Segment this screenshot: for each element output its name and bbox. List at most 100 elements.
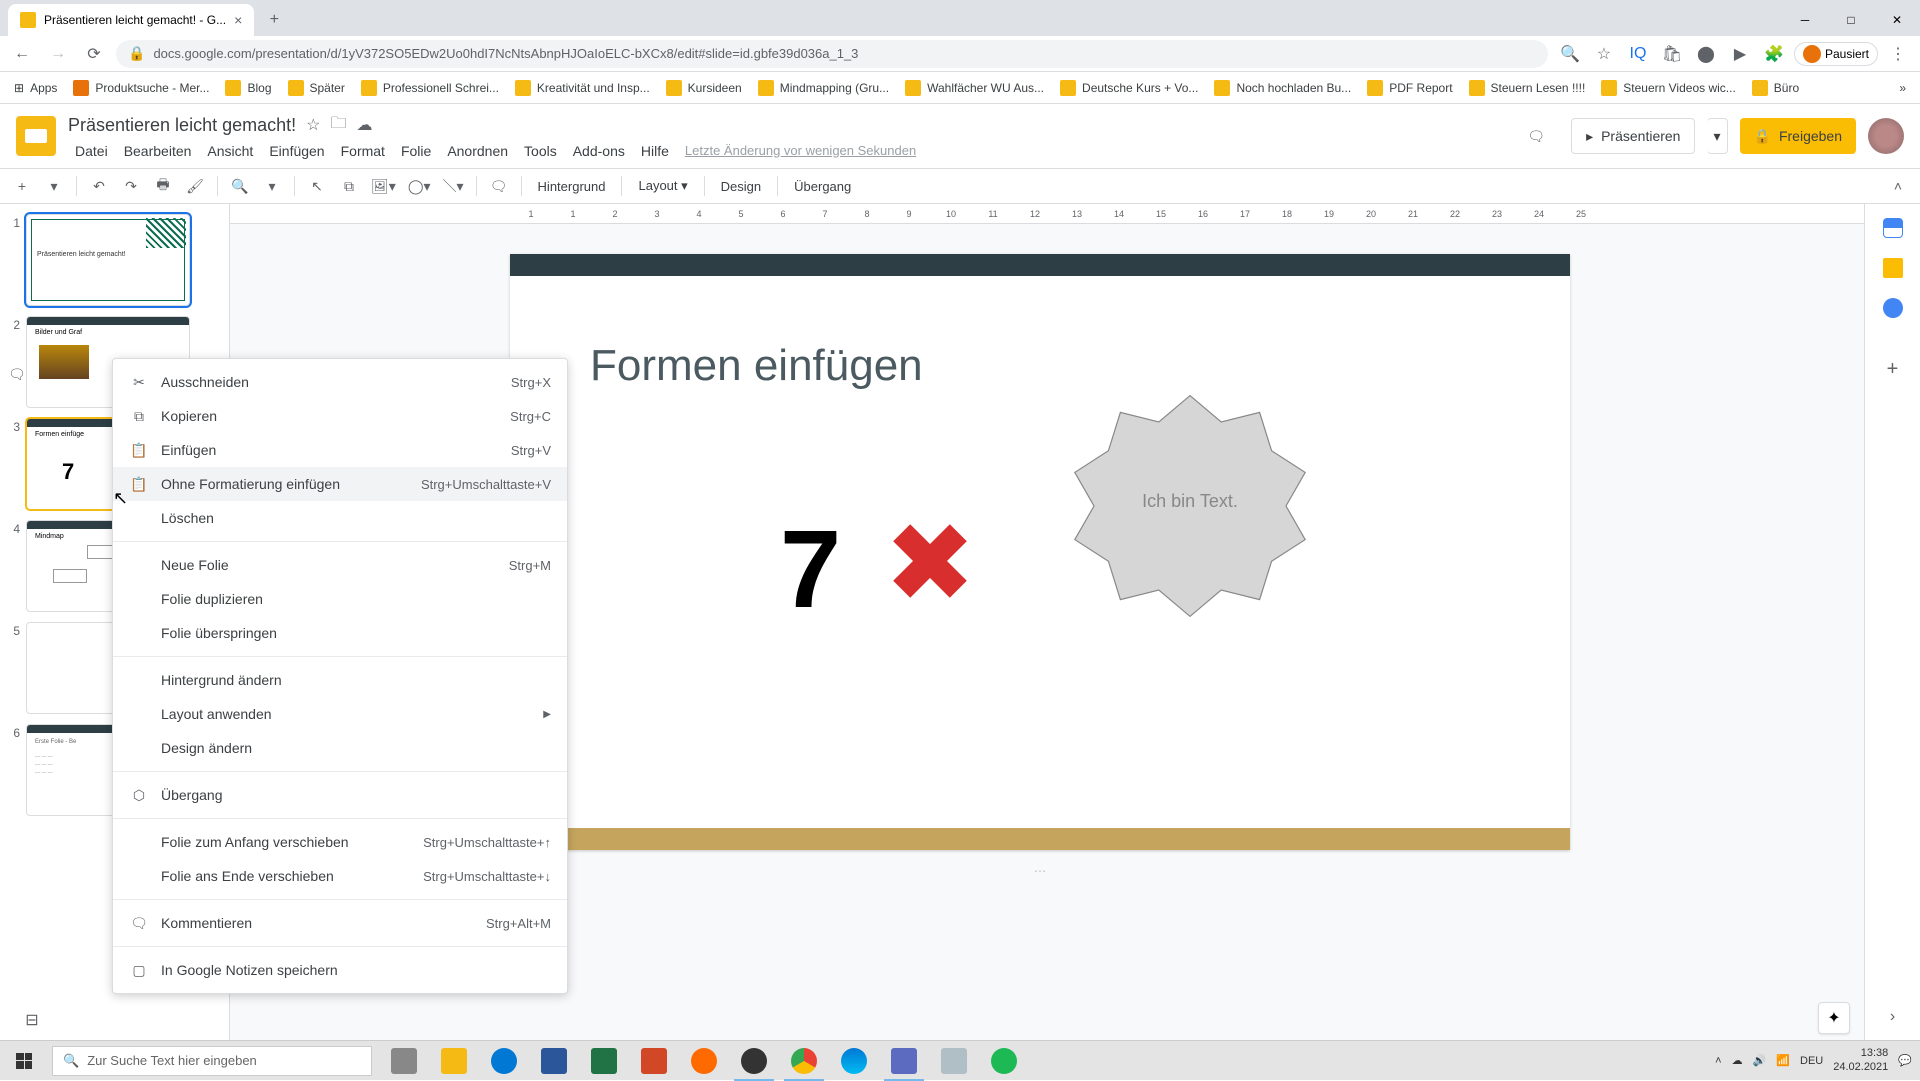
extension-icon[interactable]: ⬤: [1692, 40, 1720, 68]
ctx-new-slide[interactable]: Neue FolieStrg+M: [113, 548, 567, 582]
user-avatar[interactable]: [1868, 118, 1904, 154]
bookmark-item[interactable]: Später: [282, 76, 351, 100]
calendar-icon[interactable]: [1883, 218, 1903, 238]
start-button[interactable]: [0, 1041, 48, 1081]
bookmark-item[interactable]: Produktsuche - Mer...: [67, 76, 215, 100]
apps-button[interactable]: ⊞Apps: [8, 77, 63, 99]
redo-button[interactable]: ↷: [117, 172, 145, 200]
taskbar-app3[interactable]: [930, 1041, 978, 1081]
tray-language[interactable]: DEU: [1800, 1055, 1823, 1067]
forward-button[interactable]: →: [44, 40, 72, 68]
document-title[interactable]: Präsentieren leicht gemacht!: [68, 115, 296, 136]
ctx-copy[interactable]: ⧉KopierenStrg+C: [113, 399, 567, 433]
slide-thumbnail-1[interactable]: Präsentieren leicht gemacht!: [26, 214, 190, 306]
image-tool[interactable]: 🖼▾: [367, 172, 400, 200]
taskbar-search[interactable]: 🔍Zur Suche Text hier eingeben: [52, 1046, 372, 1076]
hide-menus-button[interactable]: ˄: [1884, 172, 1912, 200]
tasks-icon[interactable]: [1883, 298, 1903, 318]
paint-format-button[interactable]: 🖌: [181, 172, 209, 200]
keep-icon[interactable]: [1883, 258, 1903, 278]
comment-indicator-icon[interactable]: 🗨: [8, 366, 26, 383]
transition-button[interactable]: Übergang: [786, 179, 859, 194]
taskbar-obs[interactable]: [730, 1041, 778, 1081]
ctx-duplicate[interactable]: Folie duplizieren: [113, 582, 567, 616]
menu-addons[interactable]: Add-ons: [566, 141, 632, 161]
back-button[interactable]: ←: [8, 40, 36, 68]
menu-insert[interactable]: Einfügen: [262, 141, 331, 161]
undo-button[interactable]: ↶: [85, 172, 113, 200]
ctx-keep[interactable]: ▢In Google Notizen speichern: [113, 953, 567, 987]
ctx-background[interactable]: Hintergrund ändern: [113, 663, 567, 697]
menu-edit[interactable]: Bearbeiten: [117, 141, 199, 161]
bookmark-item[interactable]: Mindmapping (Gru...: [752, 76, 895, 100]
bookmarks-overflow[interactable]: »: [1893, 77, 1912, 99]
theme-button[interactable]: Design: [713, 179, 769, 194]
new-slide-dropdown[interactable]: ▾: [40, 172, 68, 200]
close-window-button[interactable]: ✕: [1874, 4, 1920, 36]
present-dropdown[interactable]: ▾: [1707, 118, 1727, 154]
cloud-status-icon[interactable]: ☁: [356, 115, 372, 135]
bookmark-item[interactable]: Deutsche Kurs + Vo...: [1054, 76, 1204, 100]
tray-wifi-icon[interactable]: 📶: [1776, 1054, 1790, 1067]
last-edit-link[interactable]: Letzte Änderung vor wenigen Sekunden: [678, 141, 923, 161]
speaker-notes-handle[interactable]: ⋯: [510, 864, 1570, 878]
ctx-move-end[interactable]: Folie ans Ende verschiebenStrg+Umschaltt…: [113, 859, 567, 893]
explore-button[interactable]: ✦: [1818, 1002, 1850, 1034]
star-icon[interactable]: ☆: [1590, 40, 1618, 68]
grid-view-button[interactable]: ⊟: [12, 1006, 52, 1034]
extension-icon[interactable]: IQ: [1624, 40, 1652, 68]
taskbar-app2[interactable]: [880, 1041, 928, 1081]
zoom-icon[interactable]: 🔍: [1556, 40, 1584, 68]
new-slide-button[interactable]: +: [8, 172, 36, 200]
new-tab-button[interactable]: +: [260, 6, 288, 34]
taskbar-word[interactable]: [530, 1041, 578, 1081]
profile-chip[interactable]: Pausiert: [1794, 42, 1878, 66]
taskbar-powerpoint[interactable]: [630, 1041, 678, 1081]
taskbar-app[interactable]: [680, 1041, 728, 1081]
background-button[interactable]: Hintergrund: [530, 179, 614, 194]
ctx-layout[interactable]: Layout anwenden▶: [113, 697, 567, 731]
task-view-button[interactable]: [380, 1041, 428, 1081]
shape-cross[interactable]: [890, 521, 970, 601]
taskbar-excel[interactable]: [580, 1041, 628, 1081]
bookmark-item[interactable]: Noch hochladen Bu...: [1208, 76, 1357, 100]
slides-logo[interactable]: [16, 116, 56, 156]
select-tool[interactable]: ↖: [303, 172, 331, 200]
close-tab-icon[interactable]: ×: [234, 12, 242, 28]
add-addon-button[interactable]: +: [1887, 358, 1899, 381]
menu-arrange[interactable]: Anordnen: [440, 141, 515, 161]
extensions-icon[interactable]: 🧩: [1760, 40, 1788, 68]
line-tool[interactable]: ＼▾: [439, 172, 468, 200]
ctx-move-start[interactable]: Folie zum Anfang verschiebenStrg+Umschal…: [113, 825, 567, 859]
ctx-skip[interactable]: Folie überspringen: [113, 616, 567, 650]
layout-button[interactable]: Layout ▾: [630, 178, 695, 194]
tray-volume-icon[interactable]: 🔊: [1753, 1054, 1767, 1067]
menu-help[interactable]: Hilfe: [634, 141, 676, 161]
menu-slide[interactable]: Folie: [394, 141, 438, 161]
menu-view[interactable]: Ansicht: [200, 141, 260, 161]
ctx-transition[interactable]: ⬡Übergang: [113, 778, 567, 812]
bookmark-item[interactable]: Kreativität und Insp...: [509, 76, 656, 100]
minimize-button[interactable]: ─: [1782, 4, 1828, 36]
bookmark-item[interactable]: Steuern Videos wic...: [1595, 76, 1742, 100]
taskbar-spotify[interactable]: [980, 1041, 1028, 1081]
shape-seven[interactable]: 7: [780, 506, 841, 633]
comment-tool[interactable]: 🗨: [485, 172, 513, 200]
zoom-dropdown[interactable]: ▾: [258, 172, 286, 200]
tray-notifications-icon[interactable]: 💬: [1898, 1054, 1912, 1067]
slide-canvas[interactable]: Formen einfügen 7 Ich bin Text.: [510, 254, 1570, 850]
shape-star-text[interactable]: Ich bin Text.: [1070, 491, 1310, 512]
present-button[interactable]: ▸Präsentieren: [1571, 118, 1695, 154]
slide-title-text[interactable]: Formen einfügen: [590, 341, 923, 391]
tray-onedrive-icon[interactable]: ☁: [1732, 1054, 1743, 1067]
extension-icon[interactable]: ▶: [1726, 40, 1754, 68]
ctx-paste-plain[interactable]: 📋Ohne Formatierung einfügenStrg+Umschalt…: [113, 467, 567, 501]
browser-menu-icon[interactable]: ⋮: [1884, 40, 1912, 68]
reload-button[interactable]: ⟳: [80, 40, 108, 68]
move-document-icon[interactable]: 🗀: [330, 112, 346, 139]
ctx-design[interactable]: Design ändern: [113, 731, 567, 765]
ctx-delete[interactable]: Löschen: [113, 501, 567, 535]
zoom-button[interactable]: 🔍: [226, 172, 254, 200]
star-document-icon[interactable]: ☆: [306, 115, 320, 135]
address-bar[interactable]: 🔒 docs.google.com/presentation/d/1yV372S…: [116, 40, 1548, 68]
